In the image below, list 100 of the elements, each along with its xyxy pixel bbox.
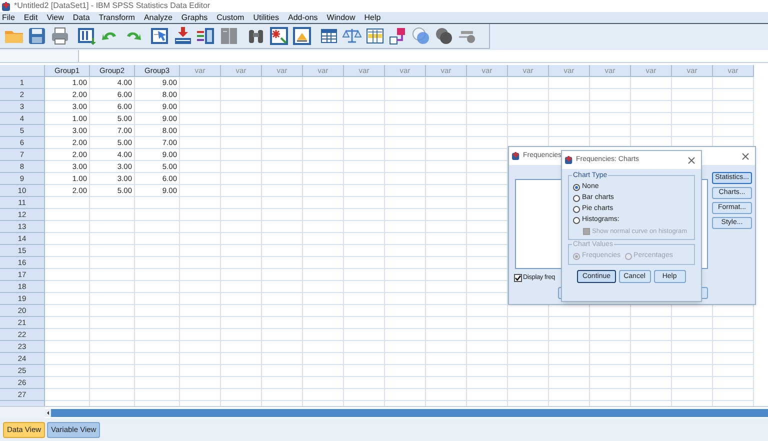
table-cell[interactable] [303, 77, 344, 89]
checkbox[interactable] [514, 274, 522, 282]
table-cell[interactable] [385, 149, 426, 161]
table-cell[interactable] [467, 77, 508, 89]
table-cell[interactable] [672, 353, 713, 365]
table-cell[interactable] [180, 149, 221, 161]
table-cell[interactable] [262, 353, 303, 365]
table-cell[interactable] [45, 341, 90, 353]
table-cell[interactable] [180, 125, 221, 137]
table-cell[interactable] [549, 341, 590, 353]
table-cell[interactable] [508, 101, 549, 113]
table-cell[interactable] [303, 365, 344, 377]
table-cell[interactable] [467, 113, 508, 125]
table-cell[interactable] [426, 233, 467, 245]
table-cell[interactable] [426, 329, 467, 341]
table-cell[interactable] [631, 377, 672, 389]
table-cell[interactable] [549, 365, 590, 377]
table-cell[interactable] [385, 341, 426, 353]
table-cell[interactable] [180, 269, 221, 281]
table-cell[interactable] [45, 269, 90, 281]
table-cell[interactable] [590, 341, 631, 353]
table-cell[interactable] [262, 89, 303, 101]
table-cell[interactable] [508, 305, 549, 317]
table-cell[interactable] [221, 185, 262, 197]
table-cell[interactable] [180, 365, 221, 377]
table-cell[interactable] [221, 257, 262, 269]
table-cell[interactable] [180, 305, 221, 317]
table-cell[interactable] [467, 281, 508, 293]
table-cell[interactable] [549, 329, 590, 341]
table-cell[interactable] [713, 89, 754, 101]
table-cell[interactable] [385, 365, 426, 377]
table-cell[interactable] [590, 89, 631, 101]
table-cell[interactable] [180, 389, 221, 401]
table-cell[interactable] [385, 269, 426, 281]
table-cell[interactable] [90, 353, 135, 365]
table-cell[interactable] [135, 365, 180, 377]
table-cell[interactable] [590, 77, 631, 89]
table-cell[interactable] [672, 317, 713, 329]
table-cell[interactable] [221, 233, 262, 245]
table-cell[interactable] [135, 305, 180, 317]
table-cell[interactable] [344, 185, 385, 197]
close-icon[interactable] [688, 156, 695, 164]
menu-item[interactable]: Utilities [253, 12, 279, 24]
table-cell[interactable] [426, 281, 467, 293]
table-cell[interactable] [426, 113, 467, 125]
table-cell[interactable] [344, 341, 385, 353]
table-cell[interactable] [426, 293, 467, 305]
table-cell[interactable] [467, 245, 508, 257]
menu-item[interactable]: Help [364, 12, 381, 24]
table-cell[interactable] [426, 149, 467, 161]
table-asterisk-icon[interactable] [269, 26, 289, 46]
table-cell[interactable] [135, 293, 180, 305]
table-cell[interactable] [262, 305, 303, 317]
table-cell[interactable] [90, 317, 135, 329]
menu-item[interactable]: Add-ons [288, 12, 318, 24]
table-cell[interactable] [467, 161, 508, 173]
menu-item[interactable]: Analyze [144, 12, 172, 24]
table-cell[interactable] [713, 101, 754, 113]
table-cell[interactable] [303, 389, 344, 401]
table-cell[interactable] [467, 257, 508, 269]
table-cell[interactable] [508, 317, 549, 329]
table-cell[interactable] [45, 353, 90, 365]
table-cell[interactable] [385, 197, 426, 209]
menu-item[interactable]: View [46, 12, 64, 24]
table-cell[interactable] [549, 389, 590, 401]
table-cell[interactable] [221, 377, 262, 389]
table-cell[interactable] [467, 197, 508, 209]
table-cell[interactable] [426, 377, 467, 389]
table-cell[interactable] [549, 317, 590, 329]
table-cell[interactable] [135, 329, 180, 341]
table-cell[interactable] [262, 149, 303, 161]
table-cell[interactable] [713, 77, 754, 89]
table-cell[interactable] [90, 209, 135, 221]
save-icon[interactable] [27, 26, 47, 46]
table-cell[interactable] [672, 341, 713, 353]
table-cell[interactable] [221, 101, 262, 113]
table-cell[interactable] [135, 209, 180, 221]
menu-item[interactable]: Graphs [181, 12, 208, 24]
table-cell[interactable] [508, 365, 549, 377]
table-cell[interactable] [672, 101, 713, 113]
table-cell[interactable] [385, 257, 426, 269]
table-cell[interactable] [467, 353, 508, 365]
menu-item[interactable]: File [2, 12, 15, 24]
table-cell[interactable] [508, 113, 549, 125]
table-cell[interactable] [549, 353, 590, 365]
table-cell[interactable] [303, 257, 344, 269]
table-cell[interactable] [90, 233, 135, 245]
table-cell[interactable] [344, 257, 385, 269]
table-cell[interactable] [90, 329, 135, 341]
table-cell[interactable] [590, 329, 631, 341]
table-cell[interactable] [90, 257, 135, 269]
table-cell[interactable] [180, 221, 221, 233]
table-cell[interactable] [262, 341, 303, 353]
table-cell[interactable] [135, 341, 180, 353]
table-cell[interactable] [467, 317, 508, 329]
table-cell[interactable] [303, 185, 344, 197]
radio-button[interactable] [573, 195, 580, 202]
table-cell[interactable] [221, 161, 262, 173]
table-cell[interactable] [426, 173, 467, 185]
table-cell[interactable] [385, 209, 426, 221]
